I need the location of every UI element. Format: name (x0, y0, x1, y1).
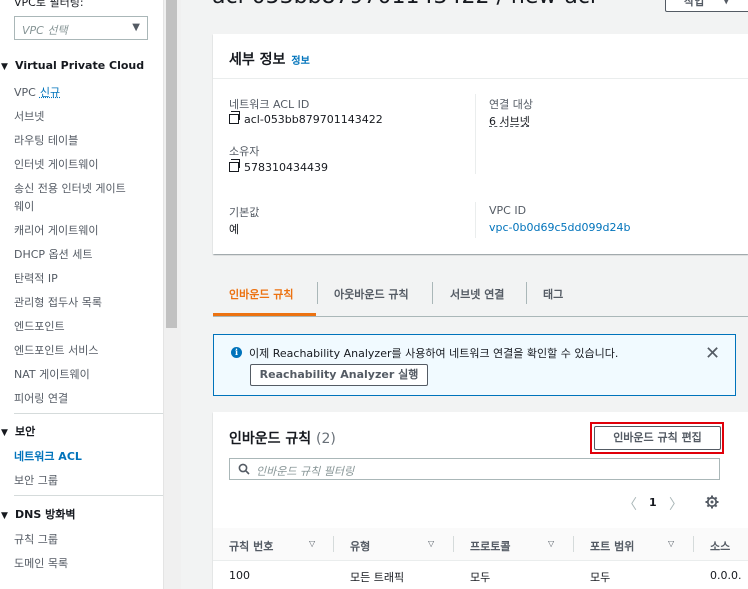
tab-separator (432, 282, 433, 304)
expanded-caret-icon: ▼ (1, 62, 8, 72)
tab-outbound-rules[interactable]: 아웃바운드 규칙 (334, 286, 409, 302)
association-value[interactable]: 6 서브넷 (489, 113, 530, 129)
column-header-type[interactable]: 유형 (350, 538, 370, 554)
sidebar-item-endpoint-services[interactable]: 엔드포인트 서비스 (14, 342, 98, 358)
sidebar-item-egress-only-igw-wrap[interactable]: 웨이 (14, 198, 34, 214)
prev-page-icon[interactable]: 〈 (623, 494, 637, 514)
default-label: 기본값 (229, 206, 260, 219)
caret-down-icon: ▼ (132, 22, 140, 33)
sidebar-divider (14, 413, 163, 414)
sidebar-item-egress-only-igw[interactable]: 송신 전용 인터넷 게이트 (14, 180, 126, 196)
sidebar-item-internet-gateways[interactable]: 인터넷 게이트웨이 (14, 156, 98, 172)
tab-inbound-rules[interactable]: 인바운드 규칙 (229, 286, 294, 302)
sidebar-item-nat-gateways[interactable]: NAT 게이트웨이 (14, 366, 90, 382)
vpc-filter-select[interactable]: VPC 선택 ▼ (14, 16, 148, 40)
sort-icon[interactable]: ▽ (309, 539, 315, 548)
sort-icon[interactable]: ▽ (548, 539, 554, 548)
sidebar: VPC로 필터링: VPC 선택 ▼ ▼ Virtual Private Clou… (0, 0, 163, 589)
info-icon: i (231, 347, 242, 358)
column-header-port-range[interactable]: 포트 범위 (590, 538, 634, 554)
vpc-filter-label: VPC로 필터링: (14, 0, 84, 9)
rules-filter-placeholder: 인바운드 규칙 필터링 (256, 465, 355, 478)
column-header-protocol[interactable]: 프로토콜 (470, 538, 510, 554)
caret-down-icon: ▼ (722, 0, 730, 6)
sidebar-item-carrier-gateways[interactable]: 캐리어 게이트웨이 (14, 222, 98, 238)
copy-icon[interactable] (229, 159, 240, 172)
reachability-info-banner: i 이제 Reachability Analyzer를 사용하여 네트워크 연결… (213, 334, 736, 396)
column-separator (573, 536, 574, 552)
sort-icon[interactable]: ▽ (428, 539, 434, 548)
column-separator (453, 536, 454, 552)
search-icon (238, 463, 250, 475)
sidebar-divider (14, 495, 163, 496)
expanded-caret-icon: ▼ (1, 428, 8, 438)
tab-separator (526, 282, 527, 304)
vpc-id-label: VPC ID (489, 204, 527, 217)
tab-subnet-associations[interactable]: 서브넷 연결 (450, 286, 504, 302)
details-card: 세부 정보 정보 네트워크 ACL ID acl-053bb87970114342… (213, 34, 748, 254)
banner-text: 이제 Reachability Analyzer를 사용하여 네트워크 연결을 … (249, 347, 619, 360)
card-divider (213, 78, 748, 79)
column-separator (693, 536, 694, 552)
next-page-icon[interactable]: 〉 (669, 494, 683, 514)
close-icon[interactable]: ✕ (705, 343, 720, 364)
column-divider (475, 94, 476, 174)
sidebar-item-rule-groups[interactable]: 규칙 그룹 (14, 531, 58, 547)
sidebar-item-subnets[interactable]: 서브넷 (14, 108, 44, 124)
sidebar-item-elastic-ip[interactable]: 탄력적 IP (14, 270, 58, 286)
sidebar-item-peering[interactable]: 피어링 연결 (14, 390, 68, 406)
table-cell: 모두 (590, 571, 611, 584)
new-badge: 신규 (39, 86, 61, 99)
sidebar-item-dhcp-options[interactable]: DHCP 옵션 세트 (14, 246, 93, 262)
table-cell: 100 (229, 569, 250, 582)
vpc-id-link[interactable]: vpc-0b0d69c5dd099d24b (489, 221, 630, 234)
gear-icon[interactable] (705, 495, 719, 509)
page-title: acl-053bb879701143422 / new-acl (212, 0, 596, 9)
sort-icon[interactable]: ▽ (668, 539, 674, 548)
tab-bar: 인바운드 규칙 아웃바운드 규칙 서브넷 연결 태그 (213, 270, 748, 317)
sidebar-item-route-tables[interactable]: 라우팅 테이블 (14, 132, 78, 148)
table-cell: 모두 (470, 571, 491, 584)
column-header-source[interactable]: 소스 (710, 538, 730, 554)
info-link[interactable]: 정보 (291, 56, 309, 67)
default-value: 예 (229, 223, 240, 236)
sidebar-item-vpc[interactable]: VPC 신규 (14, 84, 60, 100)
main-content: acl-053bb879701143422 / new-acl 작업▼ 세부 정… (181, 0, 748, 589)
owner-value: 578310434439 (229, 159, 328, 174)
column-divider (475, 202, 476, 238)
tab-separator (317, 282, 318, 304)
page-number[interactable]: 1 (649, 496, 657, 509)
details-title: 세부 정보 정보 (229, 52, 310, 68)
owner-label: 소유자 (229, 145, 260, 158)
vpc-filter-placeholder: VPC 선택 (22, 24, 68, 37)
table-header: 규칙 번호 ▽ 유형 ▽ 프로토콜 ▽ 포트 범위 ▽ 소스 (213, 528, 748, 561)
acl-id-value: acl-053bb879701143422 (229, 111, 383, 126)
association-label: 연결 대상 (489, 98, 533, 111)
table-cell: 모든 트래픽 (350, 571, 405, 584)
sidebar-item-prefix-lists[interactable]: 관리형 접두사 목록 (14, 294, 102, 310)
tab-tags[interactable]: 태그 (543, 286, 563, 302)
column-separator (333, 536, 334, 552)
inbound-rules-card: 인바운드 규칙 (2) 인바운드 규칙 편집 인바운드 규칙 필터링 〈 1 〉… (213, 412, 748, 589)
rules-count: (2) (316, 431, 336, 447)
sidebar-scrollbar-thumb[interactable] (166, 0, 177, 328)
run-reachability-analyzer-button[interactable]: Reachability Analyzer 실행 (250, 364, 428, 386)
rules-filter-input[interactable]: 인바운드 규칙 필터링 (229, 458, 720, 480)
acl-id-label: 네트워크 ACL ID (229, 98, 310, 111)
actions-button[interactable]: 작업▼ (665, 0, 748, 12)
sidebar-item-security-groups[interactable]: 보안 그룹 (14, 472, 58, 488)
expanded-caret-icon: ▼ (1, 511, 8, 521)
column-header-rule-number[interactable]: 규칙 번호 (229, 538, 273, 554)
active-tab-underline (213, 313, 316, 316)
table-cell: 0.0.0. (710, 569, 742, 582)
sidebar-item-endpoints[interactable]: 엔드포인트 (14, 318, 65, 334)
section-security[interactable]: ▼ 보안 (0, 423, 35, 439)
copy-icon[interactable] (229, 111, 240, 124)
edit-inbound-rules-button[interactable]: 인바운드 규칙 편집 (594, 426, 721, 450)
section-virtual-private-cloud[interactable]: ▼ Virtual Private Cloud (0, 59, 144, 72)
inbound-rules-title: 인바운드 규칙 (2) (229, 431, 336, 447)
section-dns-firewall[interactable]: ▼ DNS 방화벽 (0, 506, 75, 522)
sidebar-item-network-acl[interactable]: 네트워크 ACL (14, 448, 82, 464)
sidebar-item-domain-lists[interactable]: 도메인 목록 (14, 555, 68, 571)
